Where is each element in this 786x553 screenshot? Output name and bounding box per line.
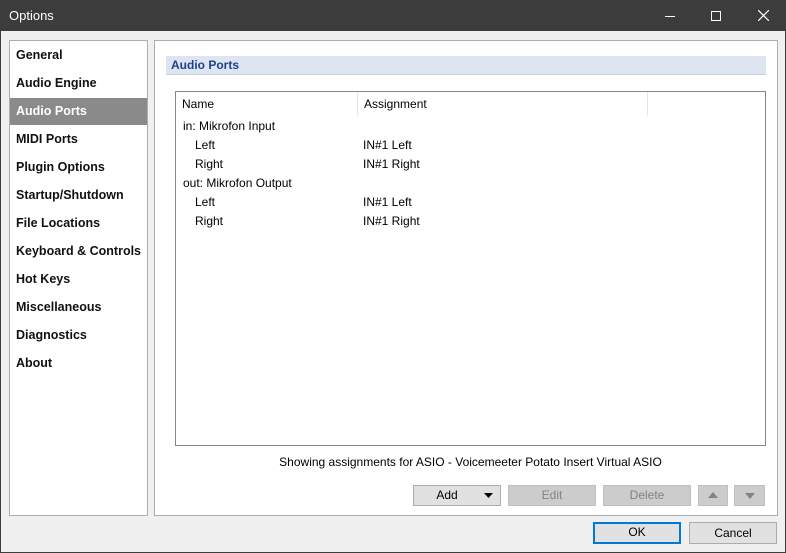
column-header-name[interactable]: Name bbox=[176, 92, 358, 116]
section-title: Audio Ports bbox=[166, 56, 766, 75]
sidebar-item-keyboard-controls[interactable]: Keyboard & Controls bbox=[10, 238, 147, 265]
port-name: Left bbox=[195, 195, 216, 209]
sidebar-item-diagnostics[interactable]: Diagnostics bbox=[10, 322, 147, 349]
port-assignment: IN#1 Left bbox=[363, 138, 412, 152]
sidebar-item-startup-shutdown[interactable]: Startup/Shutdown bbox=[10, 182, 147, 209]
port-name: Left bbox=[195, 138, 216, 152]
port-name: out: Mikrofon Output bbox=[183, 176, 292, 190]
sidebar-item-miscellaneous[interactable]: Miscellaneous bbox=[10, 294, 147, 321]
delete-button[interactable]: Delete bbox=[603, 485, 691, 506]
window-title: Options bbox=[9, 8, 54, 23]
port-assignment: IN#1 Left bbox=[363, 195, 412, 209]
sidebar-item-audio-engine[interactable]: Audio Engine bbox=[10, 70, 147, 97]
sidebar-item-about[interactable]: About bbox=[10, 350, 147, 377]
port-name: Right bbox=[195, 157, 224, 171]
port-assignment: IN#1 Right bbox=[363, 214, 420, 228]
list-item[interactable]: in: Mikrofon Input bbox=[176, 117, 765, 136]
close-button[interactable] bbox=[740, 0, 786, 31]
port-name: Right bbox=[195, 214, 224, 228]
maximize-button[interactable] bbox=[693, 0, 739, 31]
add-button-label: Add bbox=[436, 488, 458, 502]
arrow-down-icon bbox=[745, 493, 755, 499]
edit-button[interactable]: Edit bbox=[508, 485, 596, 506]
maximize-icon bbox=[711, 10, 721, 21]
list-item[interactable]: Left IN#1 Left bbox=[176, 136, 765, 155]
close-icon bbox=[757, 10, 769, 21]
sidebar-item-audio-ports[interactable]: Audio Ports bbox=[10, 98, 147, 125]
cancel-button[interactable]: Cancel bbox=[689, 522, 777, 544]
list-item[interactable]: out: Mikrofon Output bbox=[176, 174, 765, 193]
sidebar-item-file-locations[interactable]: File Locations bbox=[10, 210, 147, 237]
status-text: Showing assignments for ASIO - Voicemeet… bbox=[279, 455, 662, 469]
sidebar-item-midi-ports[interactable]: MIDI Ports bbox=[10, 126, 147, 153]
move-down-button[interactable] bbox=[734, 485, 765, 506]
minimize-button[interactable] bbox=[647, 0, 693, 31]
chevron-down-icon bbox=[484, 493, 493, 498]
sidebar-item-plugin-options[interactable]: Plugin Options bbox=[10, 154, 147, 181]
add-button[interactable]: Add bbox=[413, 485, 501, 506]
sidebar-item-hot-keys[interactable]: Hot Keys bbox=[10, 266, 147, 293]
ports-list[interactable]: Name Assignment in: Mikrofon Input Left … bbox=[175, 91, 766, 446]
list-item[interactable]: Right IN#1 Right bbox=[176, 155, 765, 174]
sidebar-item-general[interactable]: General bbox=[10, 42, 147, 69]
minimize-icon bbox=[665, 15, 675, 17]
list-item[interactable]: Left IN#1 Left bbox=[176, 193, 765, 212]
port-name: in: Mikrofon Input bbox=[183, 119, 276, 133]
title-bar: Options bbox=[0, 0, 786, 31]
options-sidebar: General Audio Engine Audio Ports MIDI Po… bbox=[9, 40, 148, 516]
arrow-up-icon bbox=[708, 492, 718, 498]
audio-ports-panel: Audio Ports Name Assignment in: Mikrofon… bbox=[154, 40, 778, 516]
move-up-button[interactable] bbox=[698, 485, 728, 506]
list-item[interactable]: Right IN#1 Right bbox=[176, 212, 765, 231]
column-header-assignment[interactable]: Assignment bbox=[358, 92, 648, 116]
ok-button[interactable]: OK bbox=[593, 522, 681, 544]
port-assignment: IN#1 Right bbox=[363, 157, 420, 171]
